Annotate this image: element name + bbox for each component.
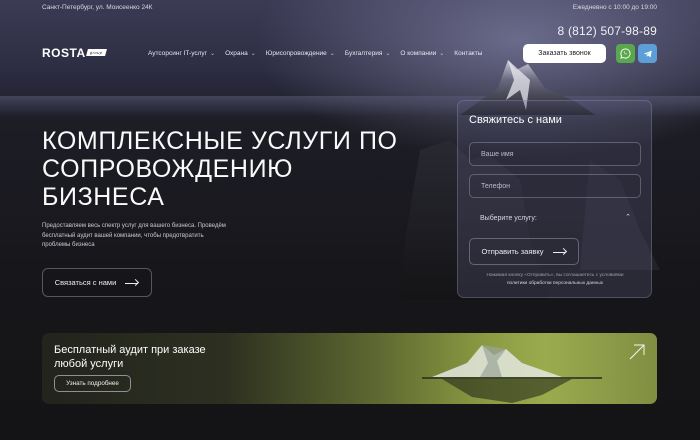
consent-text: Нажимая кнопку «Отправить», вы соглашает… xyxy=(486,273,624,278)
chevron-up-icon: ⌃ xyxy=(625,214,631,221)
promo-banner: Бесплатный аудит при заказе любой услуги… xyxy=(42,333,657,404)
whatsapp-icon xyxy=(620,48,631,59)
submit-button[interactable]: Отправить заявку xyxy=(469,238,579,265)
phone-placeholder: Телефон xyxy=(481,182,511,190)
phone-link[interactable]: 8 (812) 507-98-89 xyxy=(558,24,657,38)
name-input[interactable]: Ваше имя xyxy=(469,142,641,166)
chevron-down-icon: ⌄ xyxy=(210,51,216,57)
arrow-right-icon xyxy=(552,249,567,255)
nav-label: Юрисопровождение xyxy=(265,50,327,57)
nav-item-legal[interactable]: Юрисопровождение ⌄ xyxy=(266,50,335,57)
submit-label: Отправить заявку xyxy=(481,247,544,256)
nav-label: О компании xyxy=(400,50,437,57)
learn-more-button[interactable]: Узнать подробнее xyxy=(54,375,131,392)
arrow-up-right-icon[interactable] xyxy=(627,342,647,362)
top-info-bar: Санкт-Петербург, ул. Моисеенко 24К Ежедн… xyxy=(0,0,700,14)
phone-input[interactable]: Телефон xyxy=(469,174,641,198)
service-select-label: Выберите услугу: xyxy=(480,214,537,222)
hero-title-line: сопровождению xyxy=(42,155,294,183)
privacy-policy-link[interactable]: политики обработки персональных данных xyxy=(469,280,641,288)
hero-description: Предоставляем весь спектр услуг для ваше… xyxy=(42,222,262,251)
chevron-down-icon: ⌄ xyxy=(250,51,256,57)
nav-item-contacts[interactable]: Контакты xyxy=(454,50,482,57)
consent-note: Нажимая кнопку «Отправить», вы соглашает… xyxy=(469,272,641,287)
banner-title: Бесплатный аудит при заказе любой услуги xyxy=(54,343,254,371)
name-placeholder: Ваше имя xyxy=(481,150,514,158)
banner-title-line: любой услуги xyxy=(54,358,124,370)
nav-item-accounting[interactable]: Бухгалтерия ⌄ xyxy=(345,50,391,57)
hero-title-line: Комплексные услуги по xyxy=(42,127,398,155)
contact-form: Свяжитесь с нами Ваше имя Телефон Выбери… xyxy=(457,100,652,298)
banner-title-line: Бесплатный аудит при заказе xyxy=(54,344,206,356)
chevron-down-icon: ⌄ xyxy=(385,51,391,57)
logo[interactable]: ROSTA group xyxy=(42,46,107,60)
nav-label: Аутсорсинг IT-услуг xyxy=(148,50,208,57)
nav-label: Охрана xyxy=(225,50,248,57)
hero-title-line: бизнеса xyxy=(42,183,165,211)
main-nav: Аутсорсинг IT-услуг ⌄ Охрана ⌄ Юрисопровож… xyxy=(148,50,482,57)
arrow-right-icon xyxy=(125,280,139,286)
contact-us-button[interactable]: Связаться с нами xyxy=(42,268,152,297)
nav-item-it-outsourcing[interactable]: Аутсорсинг IT-услуг ⌄ xyxy=(148,50,215,57)
chevron-down-icon: ⌄ xyxy=(329,51,335,57)
logo-tag: group xyxy=(85,49,107,56)
hero-title: Комплексные услуги по сопровождению бизн… xyxy=(42,127,462,211)
nav-item-security[interactable]: Охрана ⌄ xyxy=(225,50,256,57)
whatsapp-button[interactable] xyxy=(616,44,635,63)
order-call-button[interactable]: Заказать звонок xyxy=(523,44,606,63)
nav-label: Бухгалтерия xyxy=(344,50,383,57)
telegram-icon xyxy=(643,50,652,57)
working-hours: Ежедневно с 10:00 до 19:00 xyxy=(572,4,657,11)
hero-description-line: бесплатный аудит вашей компании, чтобы п… xyxy=(42,232,204,239)
nav-label: Контакты xyxy=(454,50,483,57)
telegram-button[interactable] xyxy=(638,44,657,63)
iceberg-image xyxy=(422,345,602,403)
service-select[interactable]: Выберите услугу: ⌃ xyxy=(469,206,641,230)
contact-us-label: Связаться с нами xyxy=(54,278,117,287)
logo-text: ROSTA xyxy=(42,46,86,60)
hero-description-line: Предоставляем весь спектр услуг для ваше… xyxy=(42,223,226,229)
address-text: Санкт-Петербург, ул. Моисеенко 24К xyxy=(42,4,153,11)
form-title: Свяжитесь с нами xyxy=(469,114,562,126)
nav-item-about[interactable]: О компании ⌄ xyxy=(400,50,444,57)
hero-description-line: проблемы бизнеса xyxy=(42,242,95,248)
chevron-down-icon: ⌄ xyxy=(439,51,445,57)
